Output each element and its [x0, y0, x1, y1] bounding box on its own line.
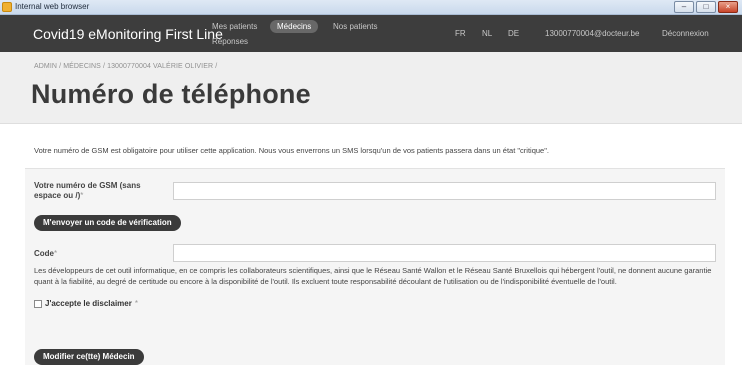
page-header: ADMIN / MÉDECINS / 13000770004 VALÉRIE O… — [0, 52, 742, 124]
gsm-label: Votre numéro de GSM (sans espace ou /)* — [34, 181, 141, 200]
maximize-icon[interactable]: □ — [696, 1, 716, 13]
code-input[interactable] — [173, 244, 716, 262]
code-label: Code* — [34, 249, 58, 258]
phone-form-panel: Votre numéro de GSM (sans espace ou /)* … — [25, 168, 725, 365]
nav-reponses[interactable]: Réponses — [212, 37, 248, 46]
close-icon[interactable]: × — [718, 1, 738, 13]
nav-mes-patients[interactable]: Mes patients — [212, 22, 257, 31]
send-verification-code-button[interactable]: M'envoyer un code de vérification — [34, 215, 181, 231]
window-title: Internal web browser — [15, 2, 90, 11]
logout-link[interactable]: Déconnexion — [662, 15, 709, 52]
window-controls: – □ × — [674, 1, 738, 13]
submit-button[interactable]: Modifier ce(tte) Médecin — [34, 349, 144, 365]
app-brand[interactable]: Covid19 eMonitoring First Line — [33, 26, 223, 42]
breadcrumb[interactable]: ADMIN / MÉDECINS / 13000770004 VALÉRIE O… — [34, 63, 217, 70]
minimize-icon[interactable]: – — [674, 1, 694, 13]
lang-de[interactable]: DE — [508, 15, 519, 52]
browser-app-icon — [2, 2, 12, 12]
accept-disclaimer-checkbox[interactable] — [34, 299, 42, 308]
user-email-link[interactable]: 13000770004@docteur.be — [545, 15, 639, 52]
lang-nl[interactable]: NL — [482, 15, 492, 52]
required-mark: * — [80, 191, 84, 200]
lang-fr[interactable]: FR — [455, 15, 466, 52]
disclaimer-text: Les développeurs de cet outil informatiq… — [34, 266, 712, 286]
accept-disclaimer[interactable]: J'accepte le disclaimer * — [34, 299, 138, 308]
nav-medecins[interactable]: Médecins — [270, 20, 319, 33]
gsm-input[interactable] — [173, 182, 716, 200]
window-titlebar: Internal web browser – □ × — [0, 0, 742, 15]
top-navbar: Covid19 eMonitoring First Line Mes patie… — [0, 15, 742, 52]
nav-nos-patients[interactable]: Nos patients — [333, 22, 377, 31]
page-title: Numéro de téléphone — [31, 79, 311, 109]
intro-text: Votre numéro de GSM est obligatoire pour… — [34, 146, 549, 155]
